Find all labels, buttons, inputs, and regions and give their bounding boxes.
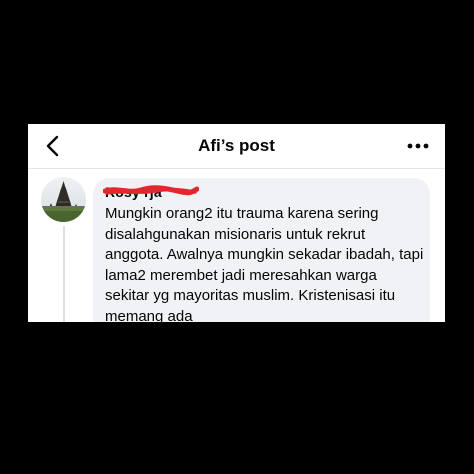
post-header: Afi’s post bbox=[28, 124, 445, 169]
comment-bubble[interactable]: Rosy rja Mungkin orang2 itu trauma karen… bbox=[93, 178, 430, 322]
redaction-scribble bbox=[103, 185, 199, 196]
post-screen: Afi’s post Rosy rja Mungkin orang2 itu t… bbox=[28, 124, 445, 322]
temple-photo bbox=[41, 177, 86, 222]
comment-text: Mungkin orang2 itu trauma karena sering … bbox=[105, 205, 424, 322]
thread-line bbox=[63, 226, 65, 322]
more-options-button[interactable] bbox=[406, 135, 430, 157]
comment-author[interactable]: Rosy rja bbox=[103, 184, 199, 202]
page-title: Afi’s post bbox=[198, 136, 275, 155]
commenter-avatar[interactable] bbox=[41, 177, 86, 222]
more-horizontal-icon bbox=[407, 143, 429, 149]
